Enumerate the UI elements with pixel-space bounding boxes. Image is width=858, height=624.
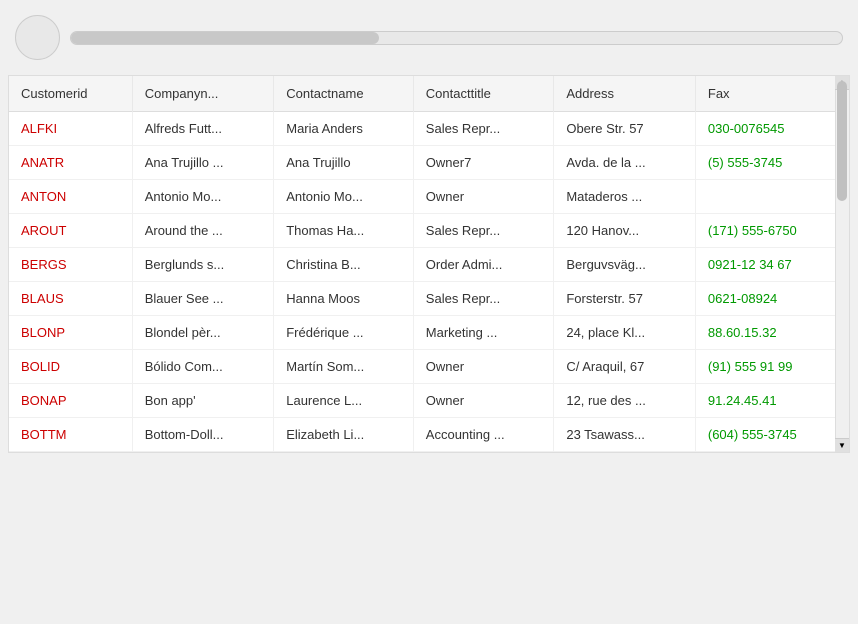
table-row[interactable]: BLAUSBlauer See ...Hanna MoosSales Repr.…: [9, 282, 849, 316]
col-companyname[interactable]: Companyn...: [132, 76, 274, 112]
cell-address: 23 Tsawass...: [554, 418, 696, 452]
cell-fax: (5) 555-3745: [695, 146, 849, 180]
cell-address: 24, place Kl...: [554, 316, 696, 350]
col-fax[interactable]: Fax: [695, 76, 849, 112]
cell-fax: 030-0076545: [695, 112, 849, 146]
cell-contactname: Martín Som...: [274, 350, 414, 384]
cell-address: Berguvsväg...: [554, 248, 696, 282]
col-address[interactable]: Address: [554, 76, 696, 112]
cell-address: 120 Hanov...: [554, 214, 696, 248]
cell-fax: (91) 555 91 99: [695, 350, 849, 384]
table-row[interactable]: BOLIDBólido Com...Martín Som...OwnerC/ A…: [9, 350, 849, 384]
cell-customerid: BLONP: [9, 316, 132, 350]
cell-address: C/ Araquil, 67: [554, 350, 696, 384]
col-contactname[interactable]: Contactname: [274, 76, 414, 112]
cell-contactname: Frédérique ...: [274, 316, 414, 350]
cell-companyname: Bottom-Doll...: [132, 418, 274, 452]
cell-contactname: Ana Trujillo: [274, 146, 414, 180]
cell-customerid: BLAUS: [9, 282, 132, 316]
cell-customerid: ANATR: [9, 146, 132, 180]
cell-address: Forsterstr. 57: [554, 282, 696, 316]
cell-contacttitle: Owner: [413, 350, 554, 384]
cell-fax: 0621-08924: [695, 282, 849, 316]
cell-customerid: ANTON: [9, 180, 132, 214]
table-header: Customerid Companyn... Contactname Conta…: [9, 76, 849, 112]
cell-companyname: Alfreds Futt...: [132, 112, 274, 146]
cell-companyname: Ana Trujillo ...: [132, 146, 274, 180]
cell-companyname: Antonio Mo...: [132, 180, 274, 214]
table-row[interactable]: ALFKIAlfreds Futt...Maria AndersSales Re…: [9, 112, 849, 146]
cell-fax: 0921-12 34 67: [695, 248, 849, 282]
cell-contacttitle: Sales Repr...: [413, 112, 554, 146]
cell-customerid: BOLID: [9, 350, 132, 384]
cell-fax: [695, 180, 849, 214]
cell-contacttitle: Sales Repr...: [413, 214, 554, 248]
top-scrollbar-track[interactable]: [70, 31, 843, 45]
header-row: Customerid Companyn... Contactname Conta…: [9, 76, 849, 112]
cell-customerid: AROUT: [9, 214, 132, 248]
scroll-thumb[interactable]: [837, 81, 847, 201]
scroll-down-arrow[interactable]: ▼: [835, 438, 849, 452]
cell-fax: (171) 555-6750: [695, 214, 849, 248]
cell-fax: 88.60.15.32: [695, 316, 849, 350]
cell-companyname: Blauer See ...: [132, 282, 274, 316]
cell-contacttitle: Marketing ...: [413, 316, 554, 350]
cell-companyname: Bólido Com...: [132, 350, 274, 384]
cell-customerid: BONAP: [9, 384, 132, 418]
cell-address: Mataderos ...: [554, 180, 696, 214]
vertical-scrollbar[interactable]: ▲ ▼: [835, 76, 849, 452]
col-customerid[interactable]: Customerid: [9, 76, 132, 112]
cell-contactname: Thomas Ha...: [274, 214, 414, 248]
cell-contacttitle: Accounting ...: [413, 418, 554, 452]
cell-companyname: Blondel pèr...: [132, 316, 274, 350]
cell-fax: 91.24.45.41: [695, 384, 849, 418]
cell-customerid: BOTTM: [9, 418, 132, 452]
cell-contacttitle: Owner7: [413, 146, 554, 180]
cell-contacttitle: Owner: [413, 180, 554, 214]
cell-contactname: Antonio Mo...: [274, 180, 414, 214]
cell-fax: (604) 555-3745: [695, 418, 849, 452]
table-row[interactable]: BERGSBerglunds s...Christina B...Order A…: [9, 248, 849, 282]
data-table-container: Customerid Companyn... Contactname Conta…: [8, 75, 850, 453]
cell-contactname: Laurence L...: [274, 384, 414, 418]
top-bar: [0, 0, 858, 75]
cell-contacttitle: Sales Repr...: [413, 282, 554, 316]
table-row[interactable]: BONAPBon app'Laurence L...Owner12, rue d…: [9, 384, 849, 418]
cell-contacttitle: Order Admi...: [413, 248, 554, 282]
top-circle: [15, 15, 60, 60]
cell-address: Obere Str. 57: [554, 112, 696, 146]
table-row[interactable]: ANTONAntonio Mo...Antonio Mo...OwnerMata…: [9, 180, 849, 214]
cell-companyname: Around the ...: [132, 214, 274, 248]
cell-companyname: Berglunds s...: [132, 248, 274, 282]
table-row[interactable]: ANATRAna Trujillo ...Ana TrujilloOwner7A…: [9, 146, 849, 180]
col-contacttitle[interactable]: Contacttitle: [413, 76, 554, 112]
cell-address: 12, rue des ...: [554, 384, 696, 418]
table-row[interactable]: BOTTMBottom-Doll...Elizabeth Li...Accoun…: [9, 418, 849, 452]
table-row[interactable]: AROUTAround the ...Thomas Ha...Sales Rep…: [9, 214, 849, 248]
cell-contactname: Christina B...: [274, 248, 414, 282]
cell-companyname: Bon app': [132, 384, 274, 418]
cell-customerid: ALFKI: [9, 112, 132, 146]
table-row[interactable]: BLONPBlondel pèr...Frédérique ...Marketi…: [9, 316, 849, 350]
data-table: Customerid Companyn... Contactname Conta…: [9, 76, 849, 452]
cell-contactname: Hanna Moos: [274, 282, 414, 316]
cell-contacttitle: Owner: [413, 384, 554, 418]
cell-contactname: Maria Anders: [274, 112, 414, 146]
top-scrollbar-thumb: [71, 32, 379, 44]
cell-contactname: Elizabeth Li...: [274, 418, 414, 452]
cell-customerid: BERGS: [9, 248, 132, 282]
table-body: ALFKIAlfreds Futt...Maria AndersSales Re…: [9, 112, 849, 452]
cell-address: Avda. de la ...: [554, 146, 696, 180]
